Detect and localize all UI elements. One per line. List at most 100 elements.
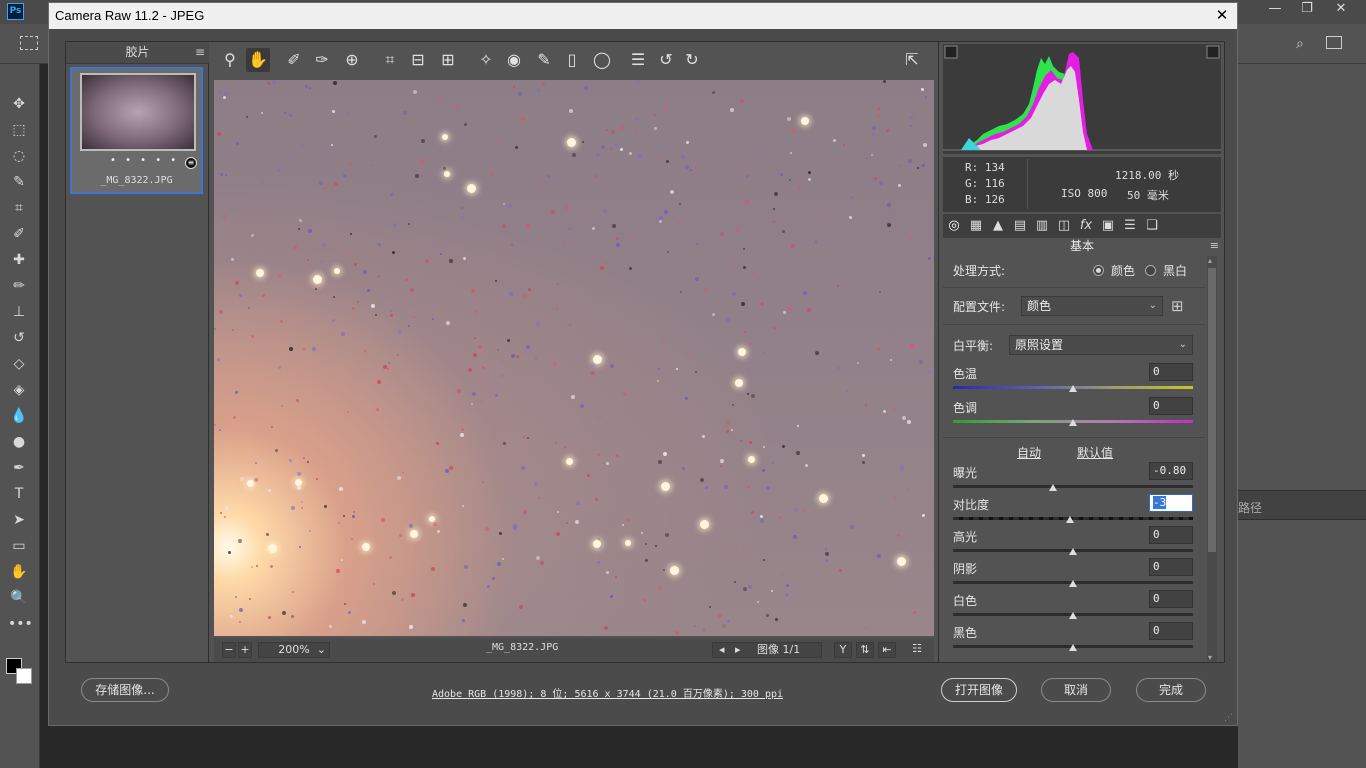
blacks-handle[interactable] — [1069, 644, 1077, 651]
rectangle-icon[interactable]: ▭ — [8, 536, 30, 556]
dodge-icon[interactable]: ● — [8, 432, 30, 452]
preferences-icon[interactable]: ☰ — [626, 48, 650, 72]
basic-tab-icon[interactable]: ◎ — [945, 217, 963, 235]
eyedropper-icon[interactable]: ✐ — [8, 224, 30, 244]
workflow-options-link[interactable]: Adobe RGB (1998); 8 位; 5616 x 3744 (21.0… — [432, 685, 783, 700]
eraser-icon[interactable]: ◇ — [8, 354, 30, 374]
straighten-icon[interactable]: ⊟ — [406, 48, 430, 72]
rotate-ccw-icon[interactable]: ↺ — [654, 48, 678, 72]
more-tools-icon[interactable]: ••• — [8, 614, 33, 634]
lens-tab-icon[interactable]: ◫ — [1055, 217, 1073, 235]
cancel-button[interactable]: 取消 — [1041, 678, 1111, 702]
shadows-value[interactable]: 0 — [1149, 558, 1193, 576]
lasso-tool-icon[interactable]: ◌ — [8, 146, 30, 166]
app-close-button[interactable]: ✕ — [1328, 0, 1354, 20]
temperature-handle[interactable] — [1069, 385, 1077, 392]
prev-image-icon[interactable]: ◂ — [719, 643, 725, 657]
highlights-value[interactable]: 0 — [1149, 526, 1193, 544]
zoom-out-button[interactable]: − — [222, 642, 236, 658]
healing-icon[interactable]: ✚ — [8, 250, 30, 270]
effects-tab-icon[interactable]: fx — [1077, 217, 1095, 235]
tone-curve-tab-icon[interactable]: ▦ — [967, 217, 985, 235]
crop-icon[interactable]: ⌗ — [378, 48, 402, 72]
zoom-in-button[interactable]: + — [238, 642, 252, 658]
save-image-button[interactable]: 存储图像... — [81, 678, 169, 702]
path-select-icon[interactable]: ➤ — [8, 510, 30, 530]
spot-removal-icon[interactable]: ✧ — [474, 48, 498, 72]
white-balance-icon[interactable]: ✐ — [282, 48, 306, 72]
contrast-value[interactable]: -3 — [1149, 494, 1193, 512]
history-brush-icon[interactable]: ↺ — [8, 328, 30, 348]
bucket-icon[interactable]: ◈ — [8, 380, 30, 400]
treatment-color-label[interactable]: 颜色 — [1111, 262, 1135, 279]
filmstrip-thumbnail[interactable]: • • • • • ≡ _MG_8322.JPG — [70, 67, 203, 194]
calibration-tab-icon[interactable]: ▣ — [1099, 217, 1117, 235]
panel-menu-icon[interactable]: ≡ — [1210, 238, 1219, 254]
treatment-bw-label[interactable]: 黑白 — [1163, 262, 1187, 279]
image-preview[interactable] — [214, 80, 934, 636]
swap-settings-icon[interactable]: ⇅ — [856, 642, 874, 658]
minimize-button[interactable]: — — [1262, 0, 1288, 20]
graduated-filter-icon[interactable]: ▯ — [560, 48, 584, 72]
shadows-handle[interactable] — [1069, 580, 1077, 587]
treatment-color-radio[interactable] — [1093, 265, 1104, 276]
profile-select[interactable]: 颜色 ⌄ — [1021, 296, 1163, 316]
highlights-handle[interactable] — [1069, 548, 1077, 555]
dialog-close-button[interactable]: ✕ — [1207, 3, 1237, 29]
radial-filter-icon[interactable]: ◯ — [590, 48, 614, 72]
exposure-handle[interactable] — [1049, 484, 1057, 491]
zoom-tool-icon[interactable]: 🔍 — [8, 588, 30, 608]
fullscreen-icon[interactable]: ⇱ — [900, 48, 924, 72]
paths-panel-tab[interactable]: 路径 — [1238, 490, 1366, 520]
done-button[interactable]: 完成 — [1136, 678, 1206, 702]
targeted-adjustment-icon[interactable]: ⊕ — [340, 48, 364, 72]
white-balance-select[interactable]: 原照设置 ⌄ — [1009, 335, 1193, 355]
background-color-swatch[interactable] — [16, 668, 32, 684]
color-sampler-icon[interactable]: ✑ — [310, 48, 334, 72]
copy-settings-icon[interactable]: ⇤ — [878, 642, 896, 658]
stamp-icon[interactable]: ⊥ — [8, 302, 30, 322]
exposure-track[interactable] — [953, 485, 1193, 488]
marquee-tool-icon[interactable]: ⬚ — [8, 120, 30, 140]
move-tool-icon[interactable]: ✥ — [8, 94, 30, 114]
detail-tab-icon[interactable]: ▲ — [989, 217, 1007, 235]
zoom-icon[interactable]: ⚲ — [218, 48, 242, 72]
quick-select-icon[interactable]: ✎ — [8, 172, 30, 192]
open-image-button[interactable]: 打开图像 — [941, 678, 1017, 702]
marquee-option-icon[interactable] — [20, 36, 38, 50]
image-navigator[interactable]: ◂ ▸ 图像 1/1 — [712, 642, 822, 658]
hand-icon[interactable]: ✋ — [246, 48, 270, 72]
contrast-handle[interactable] — [1066, 516, 1074, 523]
temperature-value[interactable]: 0 — [1149, 363, 1193, 381]
crop-tool-icon[interactable]: ⌗ — [8, 198, 30, 218]
rating-dots[interactable]: • • • • • — [110, 155, 179, 166]
search-icon[interactable]: ⌕ — [1296, 36, 1304, 52]
tint-value[interactable]: 0 — [1149, 397, 1193, 415]
snapshots-tab-icon[interactable]: ❏ — [1143, 217, 1161, 235]
maximize-button[interactable]: ❐ — [1294, 0, 1320, 20]
blur-icon[interactable]: 💧 — [8, 406, 30, 426]
adjustment-brush-icon[interactable]: ✎ — [532, 48, 556, 72]
resize-grip-icon[interactable]: ⋰ — [1224, 713, 1233, 723]
filmstrip-menu-icon[interactable]: ≡ — [195, 42, 205, 62]
transform-icon[interactable]: ⊞ — [436, 48, 460, 72]
workspace-icon[interactable] — [1326, 36, 1342, 49]
view-settings-icon[interactable]: ☷ — [908, 642, 926, 658]
red-eye-icon[interactable]: ◉ — [502, 48, 526, 72]
profile-browser-grid-icon[interactable]: ⊞ — [1171, 296, 1191, 316]
treatment-bw-radio[interactable] — [1145, 265, 1156, 276]
whites-handle[interactable] — [1069, 612, 1077, 619]
exposure-value[interactable]: -0.80 — [1149, 462, 1193, 480]
before-after-y-icon[interactable]: Y — [834, 642, 852, 658]
auto-button[interactable]: 自动 — [1017, 444, 1041, 461]
hand-tool-icon[interactable]: ✋ — [8, 562, 30, 582]
zoom-level-select[interactable]: 200% ⌄ — [258, 642, 330, 658]
type-tool-icon[interactable]: T — [8, 484, 30, 504]
split-toning-tab-icon[interactable]: ▥ — [1033, 217, 1051, 235]
pen-icon[interactable]: ✒ — [8, 458, 30, 478]
presets-tab-icon[interactable]: ☰ — [1121, 217, 1139, 235]
blacks-value[interactable]: 0 — [1149, 622, 1193, 640]
panel-scrollbar[interactable]: ▴ ▾ — [1207, 256, 1217, 662]
next-image-icon[interactable]: ▸ — [735, 643, 741, 657]
whites-value[interactable]: 0 — [1149, 590, 1193, 608]
